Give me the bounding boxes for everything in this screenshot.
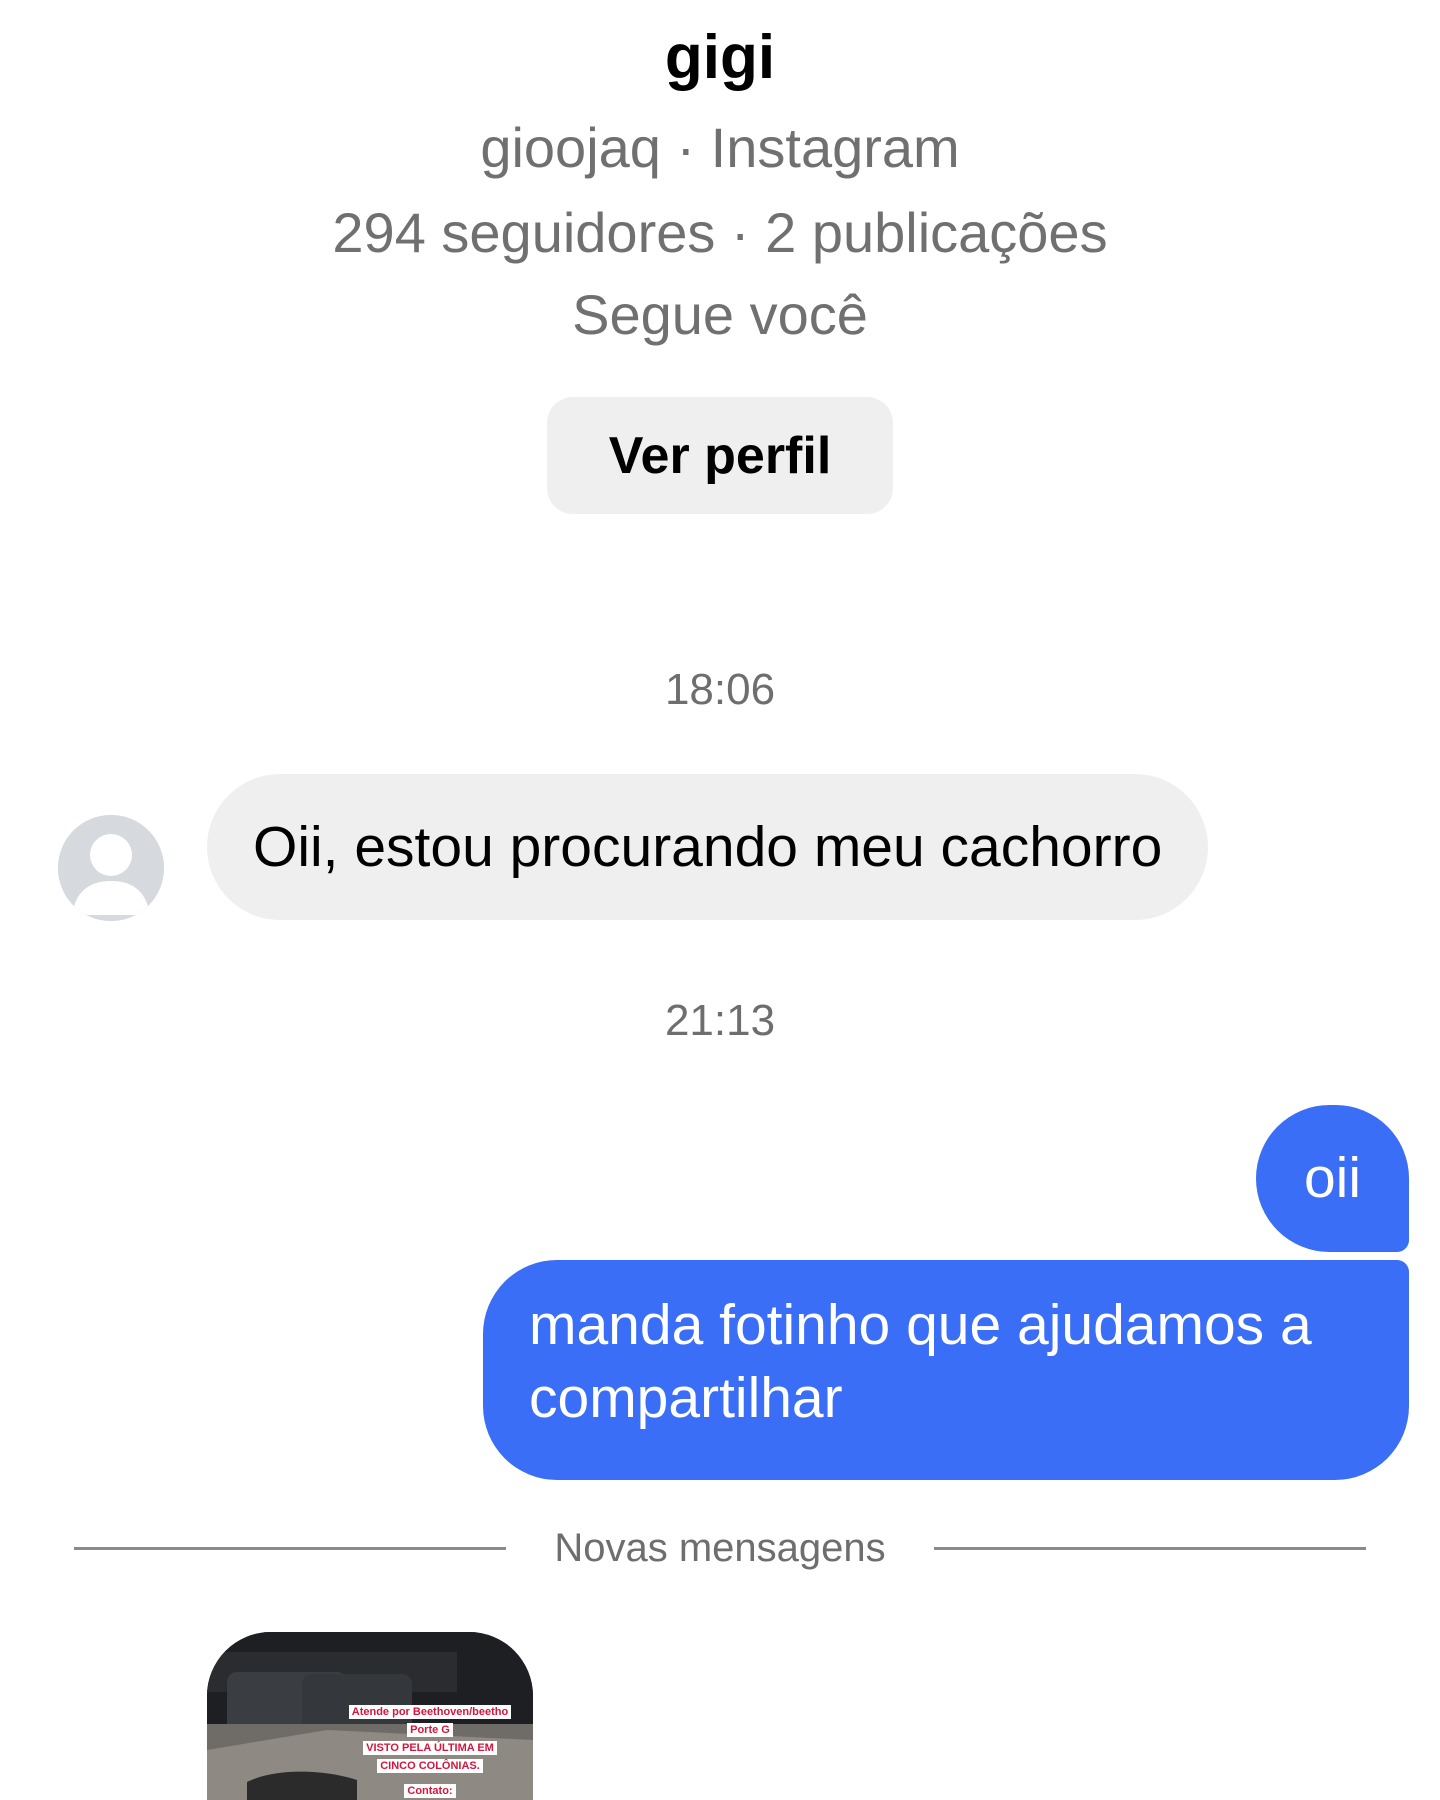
story-text-line: CINCO COLÔNIAS. xyxy=(377,1759,483,1773)
sent-message-bubble[interactable]: manda fotinho que ajudamos a compartilha… xyxy=(483,1260,1409,1480)
shared-story-preview[interactable]: Atende por Beethoven/beetho Porte G VIST… xyxy=(207,1632,533,1800)
sender-avatar-icon[interactable] xyxy=(58,815,164,921)
divider-line xyxy=(934,1547,1366,1550)
profile-stats: 294 seguidores · 2 publicações xyxy=(332,201,1108,264)
new-messages-divider: Novas mensagens xyxy=(74,1520,1366,1576)
profile-handle: gioojaq · Instagram xyxy=(480,116,960,179)
story-text-line: Contato: xyxy=(404,1784,456,1798)
story-text-line: Atende por Beethoven/beetho xyxy=(348,1705,512,1719)
story-text-line: VISTO PELA ÚLTIMA EM xyxy=(363,1741,497,1755)
sent-message-bubble[interactable]: oii xyxy=(1255,1105,1409,1252)
follow-status: Segue você xyxy=(572,283,868,346)
story-text-line: Porte G xyxy=(407,1723,453,1737)
profile-name[interactable]: gigi xyxy=(0,18,1440,98)
received-message-bubble[interactable]: Oii, estou procurando meu cachorro xyxy=(207,774,1209,920)
view-profile-button[interactable]: Ver perfil xyxy=(547,397,893,514)
story-text-overlay: Atende por Beethoven/beetho Porte G VIST… xyxy=(335,1702,525,1799)
message-timestamp: 21:13 xyxy=(664,996,776,1045)
message-timestamp: 18:06 xyxy=(664,665,776,714)
